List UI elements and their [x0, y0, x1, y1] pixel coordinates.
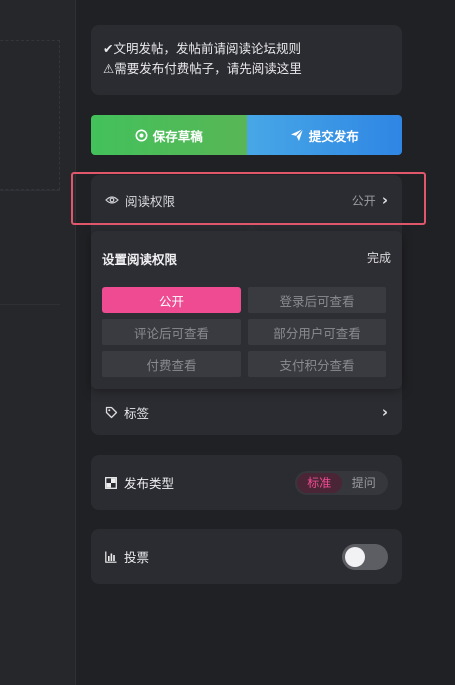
post-type-label: 发布类型	[124, 476, 175, 491]
permission-dropdown: 设置阅读权限 完成 公开 登录后可查看 评论后可查看 部分用户可查看 付费查看 …	[91, 231, 402, 389]
tags-row[interactable]: 标签 ›	[91, 389, 402, 435]
read-permission-label: 阅读权限	[125, 193, 176, 209]
chevron-right-icon: ›	[381, 190, 388, 209]
editor-pane	[0, 0, 76, 685]
permission-option-paid[interactable]: 付费查看	[102, 351, 241, 377]
post-type-question[interactable]: 提问	[342, 473, 387, 493]
post-type-card: 发布类型 标准 提问	[91, 455, 402, 510]
vote-toggle[interactable]	[342, 543, 388, 570]
vote-label: 投票	[124, 550, 150, 565]
permission-option-public[interactable]: 公开	[102, 287, 241, 313]
toggle-knob	[345, 546, 365, 567]
editor-area[interactable]	[0, 40, 60, 190]
check-circle-icon	[135, 129, 148, 142]
save-draft-button[interactable]: 保存草稿	[91, 115, 247, 155]
post-type-switch: 标准 提问	[295, 470, 388, 495]
permission-panel-title: 设置阅读权限	[102, 252, 178, 267]
read-permission-row[interactable]: 阅读权限 公开 ›	[91, 175, 402, 225]
permission-options: 公开 登录后可查看 评论后可查看 部分用户可查看 付费查看 支付积分查看	[102, 287, 386, 377]
vote-card: 投票	[91, 529, 402, 584]
action-buttons: 保存草稿 提交发布	[91, 115, 402, 155]
permission-option-points[interactable]: 支付积分查看	[248, 351, 386, 377]
publish-button[interactable]: 提交发布	[246, 115, 402, 155]
rules-notice[interactable]: ✔文明发帖，发帖前请阅读论坛规则	[103, 39, 390, 59]
paper-plane-icon	[290, 128, 304, 142]
permission-option-login[interactable]: 登录后可查看	[248, 287, 386, 313]
tag-icon	[105, 406, 118, 419]
paid-post-notice[interactable]: ⚠需要发布付费帖子，请先阅读这里	[103, 59, 390, 79]
permission-option-some-users[interactable]: 部分用户可查看	[248, 319, 386, 345]
read-permission-value: 公开	[351, 193, 376, 208]
bar-chart-icon	[105, 551, 117, 563]
permission-option-comment[interactable]: 评论后可查看	[102, 319, 241, 345]
save-draft-label: 保存草稿	[152, 128, 203, 144]
editor-footer-area	[0, 190, 60, 305]
notice-card: ✔文明发帖，发帖前请阅读论坛规则 ⚠需要发布付费帖子，请先阅读这里	[91, 25, 402, 95]
type-squares-icon	[105, 476, 117, 489]
done-button[interactable]: 完成	[367, 249, 391, 266]
post-type-standard[interactable]: 标准	[297, 472, 342, 493]
chevron-right-icon: ›	[381, 402, 388, 421]
publish-label: 提交发布	[308, 128, 359, 144]
eye-icon	[105, 195, 119, 205]
tags-label: 标签	[124, 405, 150, 421]
